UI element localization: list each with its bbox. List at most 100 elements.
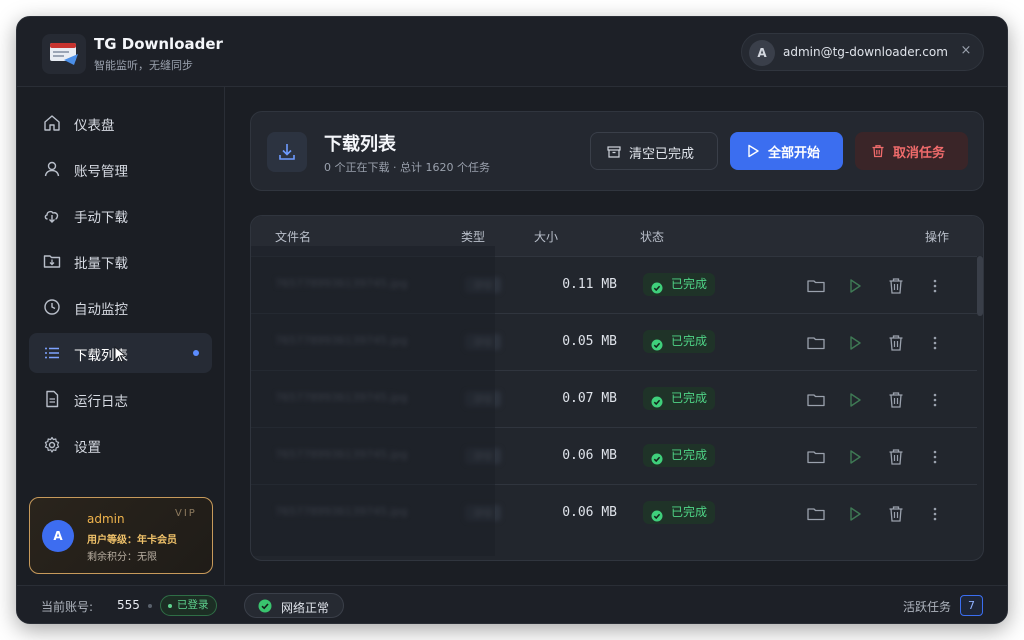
file-type-badge: jpg <box>465 391 501 407</box>
document-icon <box>46 390 59 408</box>
table-row[interactable]: 7657789936139745.jpg jpg 0.11 MB 已完成 <box>251 256 977 313</box>
app-logo-icon <box>42 34 86 74</box>
delete-icon[interactable] <box>886 276 906 296</box>
table-row[interactable]: 7657789936139745.jpg jpg 0.06 MB 已完成 <box>251 484 977 541</box>
sidebar: 仪表盘 账号管理 手动下载 批量下载 自动监控 下载列表 运行日志 设置 A a… <box>17 87 225 585</box>
status-badge: 已完成 <box>643 273 716 296</box>
download-icon <box>267 132 307 172</box>
sidebar-item-manual-download[interactable]: 手动下载 <box>29 195 212 235</box>
open-folder-icon[interactable] <box>806 390 826 410</box>
active-indicator-dot <box>193 350 199 356</box>
table-row[interactable]: 7657789936139745.jpg jpg 0.07 MB 已完成 <box>251 370 977 427</box>
table-row[interactable]: 7657789936139745.jpg jpg 0.05 MB 已完成 <box>251 313 977 370</box>
page-title: 下载列表 <box>324 134 396 155</box>
user-points: 剩余积分：无限 <box>87 552 157 563</box>
play-icon[interactable] <box>845 390 865 410</box>
status-badge: 已完成 <box>643 330 716 353</box>
open-folder-icon[interactable] <box>806 447 826 467</box>
file-size: 0.06 MB <box>562 505 617 520</box>
sidebar-item-settings[interactable]: 设置 <box>29 425 212 465</box>
column-header-size[interactable]: 大小 <box>534 228 558 245</box>
mouse-cursor-icon <box>114 346 127 363</box>
more-icon[interactable] <box>925 447 945 467</box>
user-name: admin <box>87 512 125 526</box>
file-size: 0.05 MB <box>562 334 617 349</box>
play-icon[interactable] <box>845 276 865 296</box>
more-icon[interactable] <box>925 390 945 410</box>
main-content: 下载列表 0 个正在下载 · 总计 1620 个任务 清空已完成 全部开始 取消… <box>226 87 1007 585</box>
delete-icon[interactable] <box>886 333 906 353</box>
list-icon <box>45 347 59 359</box>
sidebar-item-download-list[interactable]: 下载列表 <box>29 333 212 373</box>
check-circle-icon <box>258 599 272 613</box>
delete-icon[interactable] <box>886 504 906 524</box>
active-tasks-label: 活跃任务 <box>903 600 952 614</box>
status-badge: 已完成 <box>643 501 716 524</box>
play-icon[interactable] <box>845 333 865 353</box>
table-header: 文件名 类型 大小 状态 操作 <box>251 216 983 256</box>
delete-icon[interactable] <box>886 447 906 467</box>
play-icon[interactable] <box>845 447 865 467</box>
app-subtitle: 智能监听，无缝同步 <box>94 59 193 72</box>
file-name: 7657789936139745.jpg <box>275 277 408 290</box>
column-header-type[interactable]: 类型 <box>461 228 485 245</box>
delete-icon[interactable] <box>886 390 906 410</box>
logged-in-badge: 已登录 <box>160 595 217 616</box>
avatar: A <box>749 40 775 66</box>
sidebar-item-label: 批量下载 <box>74 256 128 272</box>
sidebar-item-label: 设置 <box>74 440 101 456</box>
user-vip-card[interactable]: A admin 用户等级：年卡会员 剩余积分：无限 VIP <box>29 497 213 574</box>
sidebar-item-batch-download[interactable]: 批量下载 <box>29 241 212 281</box>
file-name: 7657789936139745.jpg <box>275 448 408 461</box>
file-name: 7657789936139745.jpg <box>275 334 408 347</box>
check-circle-icon <box>651 450 663 473</box>
column-header-name[interactable]: 文件名 <box>275 228 311 245</box>
more-icon[interactable] <box>925 276 945 296</box>
cloud-download-icon <box>44 210 59 223</box>
app-window: TG Downloader 智能监听，无缝同步 A admin@tg-downl… <box>16 16 1008 624</box>
play-icon[interactable] <box>845 504 865 524</box>
folder-download-icon <box>43 255 61 268</box>
archive-icon <box>607 146 621 158</box>
file-size: 0.07 MB <box>562 391 617 406</box>
sidebar-item-accounts[interactable]: 账号管理 <box>29 149 212 189</box>
file-name: 7657789936139745.jpg <box>275 391 408 404</box>
status-badge: 已完成 <box>643 444 716 467</box>
open-folder-icon[interactable] <box>806 276 826 296</box>
more-icon[interactable] <box>925 333 945 353</box>
clear-completed-button[interactable]: 清空已完成 <box>590 132 718 170</box>
file-size: 0.06 MB <box>562 448 617 463</box>
table-scrollbar[interactable] <box>977 256 983 316</box>
current-account-value: 555 <box>117 598 140 612</box>
open-folder-icon[interactable] <box>806 504 826 524</box>
sidebar-item-label: 手动下载 <box>74 210 128 226</box>
sidebar-item-label: 仪表盘 <box>74 118 115 134</box>
file-type-badge: jpg <box>465 505 501 521</box>
sidebar-item-dashboard[interactable]: 仪表盘 <box>29 103 212 143</box>
cancel-tasks-button[interactable]: 取消任务 <box>855 132 968 170</box>
file-size: 0.11 MB <box>562 277 617 292</box>
avatar: A <box>42 520 74 552</box>
column-header-status[interactable]: 状态 <box>640 228 664 245</box>
column-header-actions: 操作 <box>925 230 950 244</box>
sidebar-item-logs[interactable]: 运行日志 <box>29 379 212 419</box>
download-table: 文件名 类型 大小 状态 操作 7657789936139745.jpg jpg 0… <box>250 215 984 561</box>
sidebar-item-label: 运行日志 <box>74 394 128 410</box>
sidebar-item-auto-monitor[interactable]: 自动监控 <box>29 287 212 327</box>
network-status: 网络正常 <box>244 593 344 618</box>
user-level: 用户等级：年卡会员 <box>87 535 177 546</box>
close-icon[interactable]: × <box>958 43 974 58</box>
start-all-button[interactable]: 全部开始 <box>730 132 843 170</box>
trash-icon <box>872 145 884 158</box>
account-pill[interactable]: A admin@tg-downloader.com × <box>741 33 984 71</box>
home-icon <box>44 115 60 131</box>
app-header: TG Downloader 智能监听，无缝同步 A admin@tg-downl… <box>17 17 1007 87</box>
clock-icon <box>44 299 60 315</box>
open-folder-icon[interactable] <box>806 333 826 353</box>
table-row[interactable]: 7657789936139745.jpg jpg 0.06 MB 已完成 <box>251 427 977 484</box>
sidebar-item-label: 自动监控 <box>74 302 128 318</box>
active-tasks-count: 7 <box>960 595 983 616</box>
more-icon[interactable] <box>925 504 945 524</box>
check-circle-icon <box>651 279 663 302</box>
status-bar: 当前账号: 555 已登录 网络正常 活跃任务 7 <box>17 585 1007 623</box>
